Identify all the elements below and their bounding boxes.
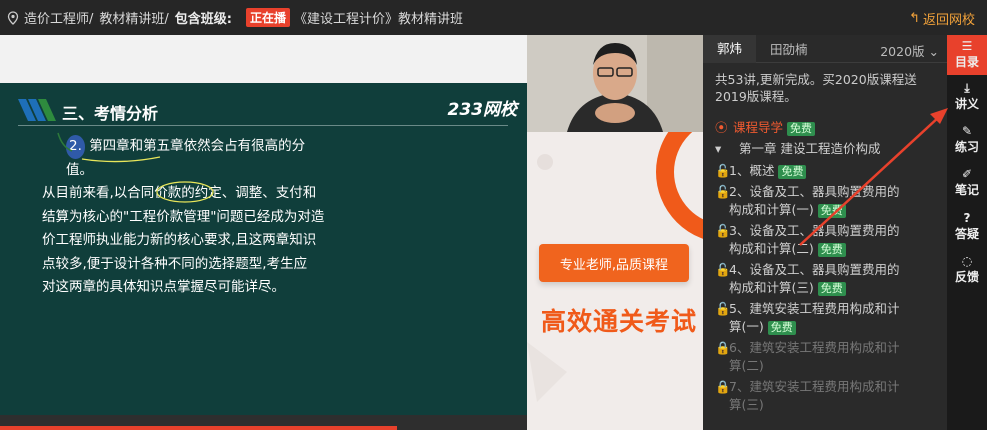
- lesson-title: 5、建筑安装工程费用构成和计: [729, 301, 900, 316]
- edition-value: 2020版: [880, 44, 925, 59]
- lock-open-icon: 🔓: [715, 301, 731, 316]
- side-notes-button[interactable]: ✐ 笔记: [947, 163, 987, 203]
- free-badge: 免费: [817, 204, 846, 218]
- lesson-title-cont: 构成和计算(二): [729, 241, 814, 256]
- ad-headline: 高效通关考试: [541, 307, 698, 336]
- breadcrumb-exam[interactable]: 造价工程师/: [24, 8, 93, 27]
- chapter-header[interactable]: ▾ 第一章 建设工程造价构成: [715, 140, 940, 158]
- lesson-item[interactable]: 🔓2、设备及工、器具购置费用的 构成和计算(一) 免费: [715, 183, 940, 219]
- location-icon: [4, 9, 22, 27]
- feedback-icon: ◌: [961, 254, 973, 268]
- guide-item[interactable]: ⦿ 课程导学 免费: [715, 119, 940, 137]
- video-player[interactable]: 三、考情分析 233网校 2. 第四章和第五章依然会占有很高的分值。 从目前来看…: [0, 35, 527, 430]
- free-badge: 免费: [817, 243, 846, 257]
- side-feedback-button[interactable]: ◌ 反馈: [947, 250, 987, 290]
- side-label: 练习: [954, 140, 979, 154]
- side-label: 反馈: [954, 270, 979, 284]
- list-icon: ☰: [961, 39, 973, 53]
- free-badge: 免费: [767, 321, 796, 335]
- lesson-item[interactable]: 🔓4、设备及工、器具购置费用的 构成和计算(三) 免费: [715, 261, 940, 297]
- pen-annotations: [57, 132, 214, 203]
- free-badge: 免费: [778, 165, 807, 179]
- lesson-item[interactable]: 🔓1、概述 免费: [715, 162, 940, 180]
- side-qa-button[interactable]: ? 答疑: [947, 207, 987, 247]
- ad-slogan-button: 专业老师,品质课程: [539, 244, 689, 282]
- side-label: 讲义: [954, 97, 979, 111]
- teacher-tabs: 郭炜 田劭楠 2020版 ⌄: [703, 34, 947, 63]
- side-handout-button[interactable]: ⤓ 讲义: [947, 77, 987, 117]
- lock-icon: 🔒: [715, 340, 731, 355]
- tab-teacher-guo[interactable]: 郭炜: [703, 34, 757, 63]
- free-badge: 免费: [787, 122, 815, 136]
- side-label: 答疑: [954, 227, 979, 241]
- live-badge: 正在播: [245, 8, 290, 27]
- lesson-title: 3、设备及工、器具购置费用的: [729, 223, 900, 238]
- back-to-school-link[interactable]: ↰ 返回网校: [909, 9, 975, 28]
- tab-teacher-tian[interactable]: 田劭楠: [756, 39, 822, 58]
- chevron-down-icon: ⌄: [928, 44, 939, 59]
- lesson-title: 4、设备及工、器具购置费用的: [729, 262, 900, 277]
- question-icon: ?: [963, 211, 971, 225]
- breadcrumb-class[interactable]: 教材精讲班/: [99, 8, 168, 27]
- lock-open-icon: 🔓: [715, 163, 731, 178]
- pen-icon: ✎: [961, 124, 973, 138]
- lesson-title-cont: 算(二): [729, 358, 764, 373]
- top-bar: 造价工程师/ 教材精讲班/ 包含班级: 正在播 《建设工程计价》教材精讲班 ↰ …: [0, 0, 987, 35]
- lesson-title: 2、设备及工、器具购置费用的: [729, 184, 900, 199]
- ad-banner: 专业老师,品质课程 高效通关考试: [527, 132, 703, 430]
- course-title: 《建设工程计价》教材精讲班: [294, 12, 464, 27]
- lesson-title: 6、建筑安装工程费用构成和计: [729, 340, 900, 355]
- chapter-title: 第一章 建设工程造价构成: [738, 141, 881, 156]
- side-label: 目录: [954, 55, 979, 69]
- teacher-camera: [527, 35, 703, 132]
- lesson-item-locked[interactable]: 🔒6、建筑安装工程费用构成和计 算(二): [715, 339, 940, 375]
- lesson-title: 1、概述: [729, 163, 775, 178]
- lesson-item-locked[interactable]: 🔒7、建筑安装工程费用构成和计 算(三): [715, 378, 940, 414]
- lesson-title-cont: 构成和计算(三): [729, 280, 814, 295]
- play-icon: ⦿: [715, 120, 728, 135]
- arrow-back-icon: ↰: [909, 11, 920, 26]
- edition-select[interactable]: 2020版 ⌄: [880, 41, 939, 60]
- lesson-item[interactable]: 🔓3、设备及工、器具购置费用的 构成和计算(二) 免费: [715, 222, 940, 258]
- lesson-title-cont: 算(一): [729, 319, 764, 334]
- free-badge: 免费: [817, 282, 846, 296]
- caret-down-icon: ▾: [715, 141, 722, 156]
- lock-open-icon: 🔓: [715, 262, 731, 277]
- lock-icon: 🔒: [715, 379, 731, 394]
- side-catalog-button[interactable]: ☰ 目录: [947, 35, 987, 75]
- course-panel: 郭炜 田劭楠 2020版 ⌄ 共53讲,更新完成。买2020版课程送2019版课…: [703, 34, 947, 430]
- download-icon: ⤓: [964, 81, 970, 95]
- note-icon: ✐: [961, 167, 973, 181]
- update-notice: 共53讲,更新完成。买2020版课程送2019版课程。: [715, 72, 917, 104]
- lesson-title-cont: 构成和计算(一): [729, 202, 814, 217]
- side-toolbar: ☰ 目录 ⤓ 讲义 ✎ 练习 ✐ 笔记 ? 答疑 ◌ 反馈: [947, 35, 987, 430]
- lock-open-icon: 🔓: [715, 223, 731, 238]
- class-label: 包含班级:: [174, 12, 232, 27]
- side-practice-button[interactable]: ✎ 练习: [947, 120, 987, 160]
- lesson-title-cont: 算(三): [729, 397, 764, 412]
- side-label: 笔记: [954, 183, 979, 197]
- lesson-title: 7、建筑安装工程费用构成和计: [729, 379, 900, 394]
- teacher-video-icon: [527, 35, 703, 132]
- lesson-item[interactable]: 🔓5、建筑安装工程费用构成和计 算(一) 免费: [715, 300, 940, 336]
- back-label: 返回网校: [922, 13, 975, 28]
- guide-label: 课程导学: [732, 120, 783, 135]
- lock-open-icon: 🔓: [715, 184, 731, 199]
- playback-progress[interactable]: [0, 426, 397, 430]
